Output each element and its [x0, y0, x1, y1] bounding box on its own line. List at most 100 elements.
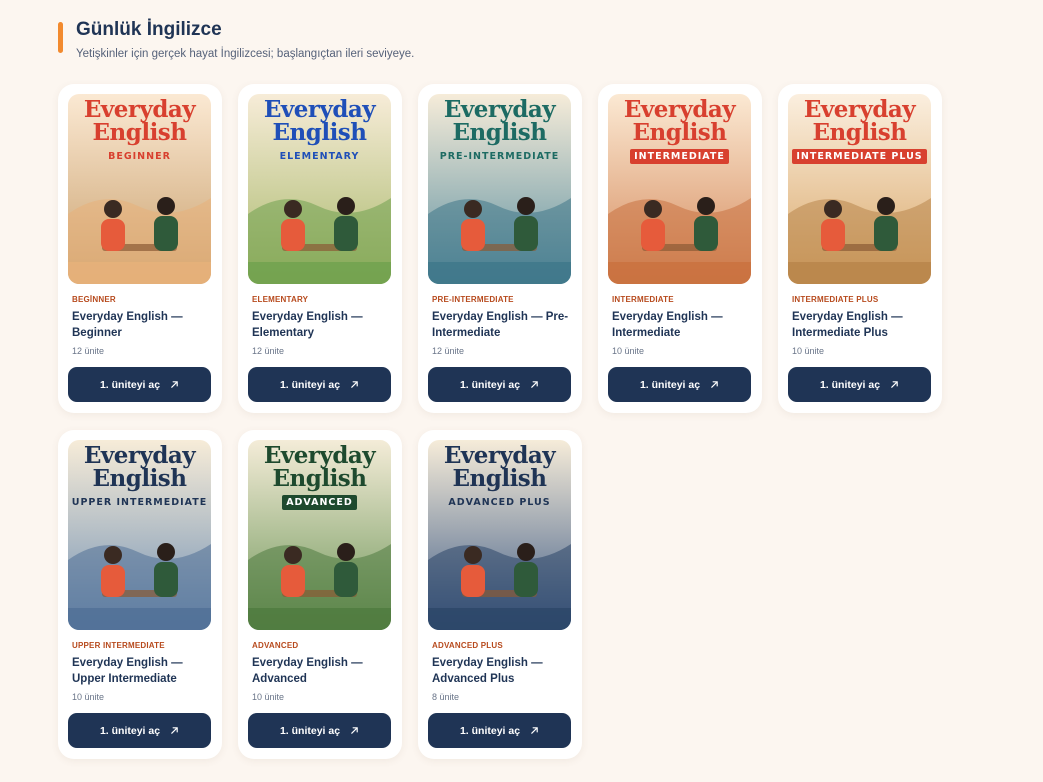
course-title[interactable]: Everyday English — Upper Intermediate	[72, 655, 212, 687]
cover-level-label: PRE-INTERMEDIATE	[439, 151, 560, 162]
course-level-label: ADVANCED PLUS	[432, 641, 503, 650]
course-unit-count: 10 ünite	[252, 692, 285, 702]
cover-title-line-1: Everyday	[443, 96, 556, 123]
course-card: Everyday English BEGINNER BEGİNNER Every…	[58, 84, 222, 413]
course-level-label: INTERMEDIATE	[612, 295, 674, 304]
cover-title: Everyday English ADVANCED	[248, 444, 391, 510]
cover-title-line-2: English	[272, 119, 367, 146]
course-level-label: PRE-INTERMEDIATE	[432, 295, 514, 304]
course-cover-image[interactable]: Everyday English INTERMEDIATE	[608, 94, 751, 284]
arrow-up-right-icon	[351, 381, 358, 388]
cover-title-line-2: English	[272, 465, 367, 492]
open-first-unit-button[interactable]: 1. üniteyi aç	[248, 713, 391, 748]
course-cover-image[interactable]: Everyday English ELEMENTARY	[248, 94, 391, 284]
open-first-unit-label: 1. üniteyi aç	[279, 724, 341, 737]
course-grid: Everyday English BEGINNER BEGİNNER Every…	[58, 84, 942, 759]
cover-title-line-1: Everyday	[263, 442, 376, 469]
arrow-up-right-icon	[171, 727, 178, 734]
cover-level-label: INTERMEDIATE	[630, 149, 729, 164]
course-cover-image[interactable]: Everyday English UPPER INTERMEDIATE	[68, 440, 211, 630]
course-unit-count: 8 ünite	[432, 692, 460, 702]
open-first-unit-label: 1. üniteyi aç	[279, 378, 341, 391]
open-first-unit-label: 1. üniteyi aç	[99, 378, 161, 391]
course-card: Everyday English ADVANCED ADVANCED Every…	[238, 430, 402, 759]
course-unit-count: 10 ünite	[792, 346, 825, 356]
course-title[interactable]: Everyday English — Intermediate Plus	[792, 309, 932, 341]
course-cover-image[interactable]: Everyday English INTERMEDIATE PLUS	[788, 94, 931, 284]
arrow-up-right-icon	[351, 727, 358, 734]
cover-title-line-2: English	[812, 119, 907, 146]
open-first-unit-label: 1. üniteyi aç	[459, 724, 521, 737]
cover-level-label: INTERMEDIATE PLUS	[792, 149, 927, 164]
course-title[interactable]: Everyday English — Advanced Plus	[432, 655, 572, 687]
course-title[interactable]: Everyday English — Pre-Intermediate	[432, 309, 572, 341]
cover-title: Everyday English ADVANCED PLUS	[428, 444, 571, 509]
course-unit-count: 12 ünite	[72, 346, 105, 356]
open-first-unit-button[interactable]: 1. üniteyi aç	[788, 367, 931, 402]
cover-title: Everyday English INTERMEDIATE PLUS	[788, 98, 931, 164]
open-first-unit-button[interactable]: 1. üniteyi aç	[608, 367, 751, 402]
open-first-unit-button[interactable]: 1. üniteyi aç	[428, 367, 571, 402]
arrow-up-right-icon	[711, 381, 718, 388]
course-level-label: BEGİNNER	[72, 295, 116, 304]
course-card: Everyday English ELEMENTARY ELEMENTARY E…	[238, 84, 402, 413]
course-level-label: UPPER INTERMEDIATE	[72, 641, 165, 650]
cover-title: Everyday English ELEMENTARY	[248, 98, 391, 163]
cover-title-line-1: Everyday	[803, 96, 916, 123]
course-cover-image[interactable]: Everyday English ADVANCED	[248, 440, 391, 630]
course-level-label: ELEMENTARY	[252, 295, 309, 304]
arrow-up-right-icon	[891, 381, 898, 388]
course-unit-count: 12 ünite	[432, 346, 465, 356]
course-cover-image[interactable]: Everyday English ADVANCED PLUS	[428, 440, 571, 630]
course-level-label: ADVANCED	[252, 641, 299, 650]
cover-level-label: UPPER INTERMEDIATE	[71, 497, 208, 508]
cover-title-line-2: English	[452, 465, 547, 492]
course-unit-count: 12 ünite	[252, 346, 285, 356]
course-title[interactable]: Everyday English — Intermediate	[612, 309, 752, 341]
cover-level-label: ADVANCED PLUS	[448, 497, 551, 508]
course-title[interactable]: Everyday English — Beginner	[72, 309, 212, 341]
cover-title-line-1: Everyday	[623, 96, 736, 123]
cover-title-line-1: Everyday	[83, 442, 196, 469]
course-card: Everyday English INTERMEDIATE INTERMEDIA…	[598, 84, 762, 413]
cover-title-line-1: Everyday	[83, 96, 196, 123]
cover-title: Everyday English UPPER INTERMEDIATE	[68, 444, 211, 509]
cover-level-label: ADVANCED	[282, 495, 357, 510]
course-card: Everyday English INTERMEDIATE PLUS INTER…	[778, 84, 942, 413]
course-card: Everyday English PRE-INTERMEDIATE PRE-IN…	[418, 84, 582, 413]
page-title: Günlük İngilizce	[76, 19, 222, 40]
course-unit-count: 10 ünite	[612, 346, 645, 356]
course-cover-image[interactable]: Everyday English BEGINNER	[68, 94, 211, 284]
page-subtitle: Yetişkinler için gerçek hayat İngilizces…	[76, 48, 415, 60]
cover-title-line-2: English	[92, 119, 187, 146]
open-first-unit-label: 1. üniteyi aç	[819, 378, 881, 391]
cover-title: Everyday English BEGINNER	[68, 98, 211, 163]
arrow-up-right-icon	[531, 727, 538, 734]
course-level-label: INTERMEDIATE PLUS	[792, 295, 879, 304]
cover-title-line-2: English	[92, 465, 187, 492]
course-card: Everyday English UPPER INTERMEDIATE UPPE…	[58, 430, 222, 759]
arrow-up-right-icon	[171, 381, 178, 388]
cover-level-label: ELEMENTARY	[279, 151, 360, 162]
cover-title-line-2: English	[452, 119, 547, 146]
course-unit-count: 10 ünite	[72, 692, 105, 702]
course-card: Everyday English ADVANCED PLUS ADVANCED …	[418, 430, 582, 759]
open-first-unit-label: 1. üniteyi aç	[459, 378, 521, 391]
course-title[interactable]: Everyday English — Elementary	[252, 309, 392, 341]
cover-title-line-1: Everyday	[263, 96, 376, 123]
open-first-unit-button[interactable]: 1. üniteyi aç	[248, 367, 391, 402]
open-first-unit-label: 1. üniteyi aç	[99, 724, 161, 737]
open-first-unit-button[interactable]: 1. üniteyi aç	[68, 713, 211, 748]
cover-title-line-1: Everyday	[443, 442, 556, 469]
cover-title: Everyday English INTERMEDIATE	[608, 98, 751, 164]
cover-title: Everyday English PRE-INTERMEDIATE	[428, 98, 571, 163]
cover-level-label: BEGINNER	[108, 151, 171, 162]
course-title[interactable]: Everyday English — Advanced	[252, 655, 392, 687]
open-first-unit-label: 1. üniteyi aç	[639, 378, 701, 391]
title-accent-bar	[58, 22, 63, 53]
arrow-up-right-icon	[531, 381, 538, 388]
open-first-unit-button[interactable]: 1. üniteyi aç	[428, 713, 571, 748]
cover-title-line-2: English	[632, 119, 727, 146]
course-cover-image[interactable]: Everyday English PRE-INTERMEDIATE	[428, 94, 571, 284]
open-first-unit-button[interactable]: 1. üniteyi aç	[68, 367, 211, 402]
